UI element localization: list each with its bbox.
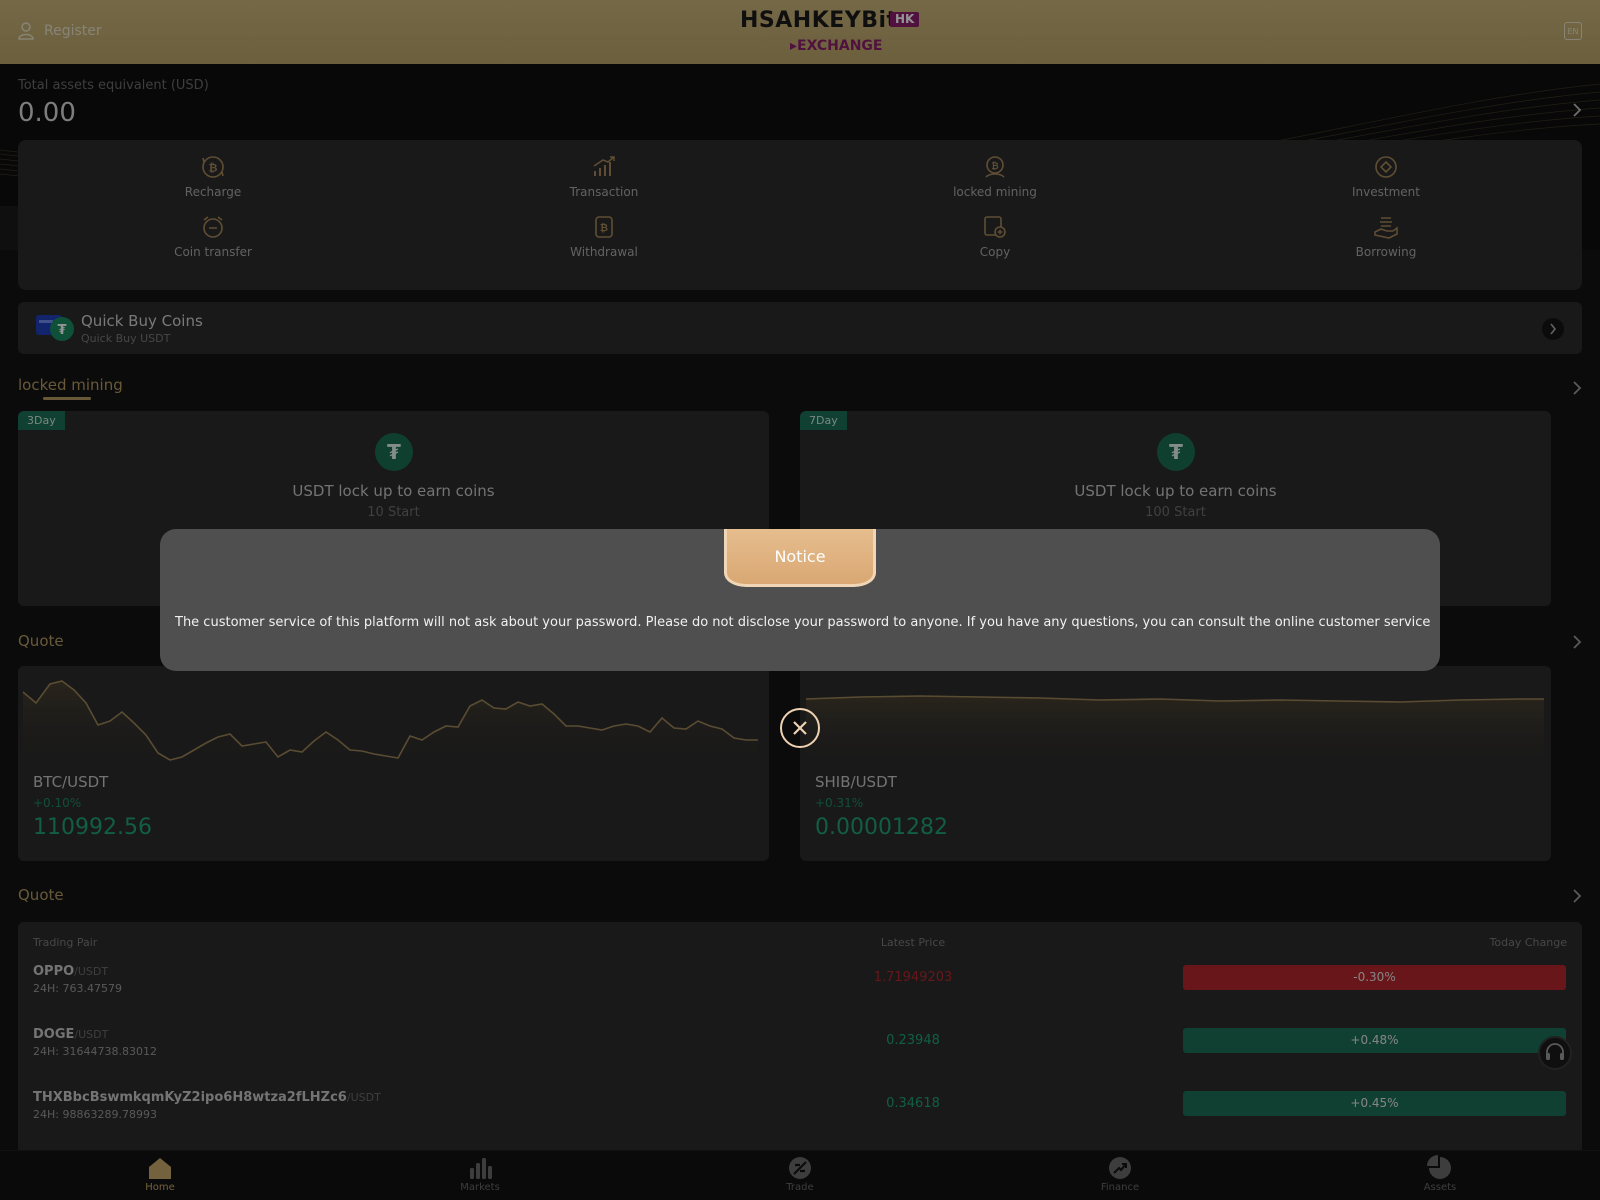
close-dialog-button[interactable] <box>780 708 820 748</box>
close-icon <box>793 721 807 735</box>
notice-title: Notice <box>724 529 876 587</box>
notice-dialog: Notice The customer service of this plat… <box>160 529 1440 671</box>
notice-message: The customer service of this platform wi… <box>175 615 1431 630</box>
